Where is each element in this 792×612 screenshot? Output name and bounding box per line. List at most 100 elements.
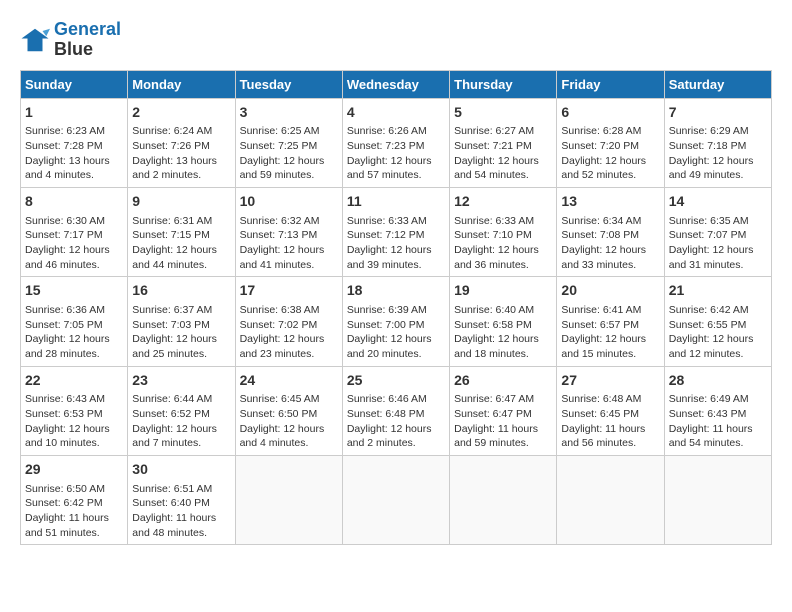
day-info: Sunrise: 6:45 AM Sunset: 6:50 PM Dayligh…	[240, 392, 338, 451]
calendar-day-cell: 9 Sunrise: 6:31 AM Sunset: 7:15 PM Dayli…	[128, 187, 235, 276]
calendar-day-cell: 20 Sunrise: 6:41 AM Sunset: 6:57 PM Dayl…	[557, 277, 664, 366]
day-info: Sunrise: 6:33 AM Sunset: 7:12 PM Dayligh…	[347, 214, 445, 273]
day-number: 11	[347, 192, 445, 212]
calendar-header-row: SundayMondayTuesdayWednesdayThursdayFrid…	[21, 70, 772, 98]
calendar-day-cell: 22 Sunrise: 6:43 AM Sunset: 6:53 PM Dayl…	[21, 366, 128, 455]
weekday-header: Wednesday	[342, 70, 449, 98]
calendar-day-cell	[450, 455, 557, 544]
day-info: Sunrise: 6:41 AM Sunset: 6:57 PM Dayligh…	[561, 303, 659, 362]
calendar-day-cell: 14 Sunrise: 6:35 AM Sunset: 7:07 PM Dayl…	[664, 187, 771, 276]
day-info: Sunrise: 6:29 AM Sunset: 7:18 PM Dayligh…	[669, 124, 767, 183]
day-number: 10	[240, 192, 338, 212]
day-info: Sunrise: 6:33 AM Sunset: 7:10 PM Dayligh…	[454, 214, 552, 273]
calendar-day-cell: 29 Sunrise: 6:50 AM Sunset: 6:42 PM Dayl…	[21, 455, 128, 544]
day-number: 9	[132, 192, 230, 212]
calendar-week-row: 8 Sunrise: 6:30 AM Sunset: 7:17 PM Dayli…	[21, 187, 772, 276]
day-number: 6	[561, 103, 659, 123]
calendar-day-cell: 27 Sunrise: 6:48 AM Sunset: 6:45 PM Dayl…	[557, 366, 664, 455]
calendar-day-cell: 18 Sunrise: 6:39 AM Sunset: 7:00 PM Dayl…	[342, 277, 449, 366]
calendar-day-cell: 4 Sunrise: 6:26 AM Sunset: 7:23 PM Dayli…	[342, 98, 449, 187]
day-number: 1	[25, 103, 123, 123]
day-number: 22	[25, 371, 123, 391]
day-info: Sunrise: 6:31 AM Sunset: 7:15 PM Dayligh…	[132, 214, 230, 273]
calendar: SundayMondayTuesdayWednesdayThursdayFrid…	[20, 70, 772, 546]
day-info: Sunrise: 6:48 AM Sunset: 6:45 PM Dayligh…	[561, 392, 659, 451]
logo: General Blue	[20, 20, 121, 60]
weekday-header: Monday	[128, 70, 235, 98]
day-info: Sunrise: 6:35 AM Sunset: 7:07 PM Dayligh…	[669, 214, 767, 273]
day-info: Sunrise: 6:37 AM Sunset: 7:03 PM Dayligh…	[132, 303, 230, 362]
day-info: Sunrise: 6:36 AM Sunset: 7:05 PM Dayligh…	[25, 303, 123, 362]
calendar-week-row: 22 Sunrise: 6:43 AM Sunset: 6:53 PM Dayl…	[21, 366, 772, 455]
day-number: 2	[132, 103, 230, 123]
day-number: 29	[25, 460, 123, 480]
day-number: 28	[669, 371, 767, 391]
day-info: Sunrise: 6:42 AM Sunset: 6:55 PM Dayligh…	[669, 303, 767, 362]
calendar-week-row: 15 Sunrise: 6:36 AM Sunset: 7:05 PM Dayl…	[21, 277, 772, 366]
day-info: Sunrise: 6:32 AM Sunset: 7:13 PM Dayligh…	[240, 214, 338, 273]
day-info: Sunrise: 6:23 AM Sunset: 7:28 PM Dayligh…	[25, 124, 123, 183]
day-number: 16	[132, 281, 230, 301]
calendar-day-cell: 26 Sunrise: 6:47 AM Sunset: 6:47 PM Dayl…	[450, 366, 557, 455]
calendar-day-cell	[342, 455, 449, 544]
calendar-week-row: 29 Sunrise: 6:50 AM Sunset: 6:42 PM Dayl…	[21, 455, 772, 544]
weekday-header: Thursday	[450, 70, 557, 98]
day-info: Sunrise: 6:38 AM Sunset: 7:02 PM Dayligh…	[240, 303, 338, 362]
calendar-day-cell: 12 Sunrise: 6:33 AM Sunset: 7:10 PM Dayl…	[450, 187, 557, 276]
day-number: 7	[669, 103, 767, 123]
day-number: 25	[347, 371, 445, 391]
day-number: 4	[347, 103, 445, 123]
day-number: 23	[132, 371, 230, 391]
calendar-day-cell: 30 Sunrise: 6:51 AM Sunset: 6:40 PM Dayl…	[128, 455, 235, 544]
day-number: 18	[347, 281, 445, 301]
day-info: Sunrise: 6:26 AM Sunset: 7:23 PM Dayligh…	[347, 124, 445, 183]
calendar-day-cell: 21 Sunrise: 6:42 AM Sunset: 6:55 PM Dayl…	[664, 277, 771, 366]
day-info: Sunrise: 6:44 AM Sunset: 6:52 PM Dayligh…	[132, 392, 230, 451]
calendar-week-row: 1 Sunrise: 6:23 AM Sunset: 7:28 PM Dayli…	[21, 98, 772, 187]
day-info: Sunrise: 6:27 AM Sunset: 7:21 PM Dayligh…	[454, 124, 552, 183]
calendar-day-cell: 10 Sunrise: 6:32 AM Sunset: 7:13 PM Dayl…	[235, 187, 342, 276]
calendar-day-cell: 3 Sunrise: 6:25 AM Sunset: 7:25 PM Dayli…	[235, 98, 342, 187]
day-info: Sunrise: 6:47 AM Sunset: 6:47 PM Dayligh…	[454, 392, 552, 451]
day-info: Sunrise: 6:39 AM Sunset: 7:00 PM Dayligh…	[347, 303, 445, 362]
calendar-day-cell: 1 Sunrise: 6:23 AM Sunset: 7:28 PM Dayli…	[21, 98, 128, 187]
day-number: 15	[25, 281, 123, 301]
calendar-day-cell: 11 Sunrise: 6:33 AM Sunset: 7:12 PM Dayl…	[342, 187, 449, 276]
day-info: Sunrise: 6:51 AM Sunset: 6:40 PM Dayligh…	[132, 482, 230, 541]
day-number: 26	[454, 371, 552, 391]
calendar-day-cell: 25 Sunrise: 6:46 AM Sunset: 6:48 PM Dayl…	[342, 366, 449, 455]
day-number: 17	[240, 281, 338, 301]
day-info: Sunrise: 6:30 AM Sunset: 7:17 PM Dayligh…	[25, 214, 123, 273]
calendar-day-cell	[664, 455, 771, 544]
day-number: 8	[25, 192, 123, 212]
day-number: 30	[132, 460, 230, 480]
calendar-day-cell	[235, 455, 342, 544]
day-number: 12	[454, 192, 552, 212]
day-info: Sunrise: 6:28 AM Sunset: 7:20 PM Dayligh…	[561, 124, 659, 183]
calendar-day-cell: 16 Sunrise: 6:37 AM Sunset: 7:03 PM Dayl…	[128, 277, 235, 366]
day-number: 13	[561, 192, 659, 212]
day-number: 20	[561, 281, 659, 301]
calendar-day-cell: 8 Sunrise: 6:30 AM Sunset: 7:17 PM Dayli…	[21, 187, 128, 276]
calendar-day-cell	[557, 455, 664, 544]
calendar-day-cell: 15 Sunrise: 6:36 AM Sunset: 7:05 PM Dayl…	[21, 277, 128, 366]
day-info: Sunrise: 6:40 AM Sunset: 6:58 PM Dayligh…	[454, 303, 552, 362]
calendar-day-cell: 17 Sunrise: 6:38 AM Sunset: 7:02 PM Dayl…	[235, 277, 342, 366]
day-info: Sunrise: 6:49 AM Sunset: 6:43 PM Dayligh…	[669, 392, 767, 451]
day-number: 19	[454, 281, 552, 301]
weekday-header: Tuesday	[235, 70, 342, 98]
day-number: 21	[669, 281, 767, 301]
calendar-day-cell: 13 Sunrise: 6:34 AM Sunset: 7:08 PM Dayl…	[557, 187, 664, 276]
day-info: Sunrise: 6:46 AM Sunset: 6:48 PM Dayligh…	[347, 392, 445, 451]
weekday-header: Sunday	[21, 70, 128, 98]
calendar-day-cell: 23 Sunrise: 6:44 AM Sunset: 6:52 PM Dayl…	[128, 366, 235, 455]
day-number: 24	[240, 371, 338, 391]
calendar-day-cell: 28 Sunrise: 6:49 AM Sunset: 6:43 PM Dayl…	[664, 366, 771, 455]
day-info: Sunrise: 6:43 AM Sunset: 6:53 PM Dayligh…	[25, 392, 123, 451]
day-info: Sunrise: 6:24 AM Sunset: 7:26 PM Dayligh…	[132, 124, 230, 183]
day-info: Sunrise: 6:25 AM Sunset: 7:25 PM Dayligh…	[240, 124, 338, 183]
day-number: 14	[669, 192, 767, 212]
calendar-day-cell: 7 Sunrise: 6:29 AM Sunset: 7:18 PM Dayli…	[664, 98, 771, 187]
calendar-body: 1 Sunrise: 6:23 AM Sunset: 7:28 PM Dayli…	[21, 98, 772, 545]
weekday-header: Friday	[557, 70, 664, 98]
